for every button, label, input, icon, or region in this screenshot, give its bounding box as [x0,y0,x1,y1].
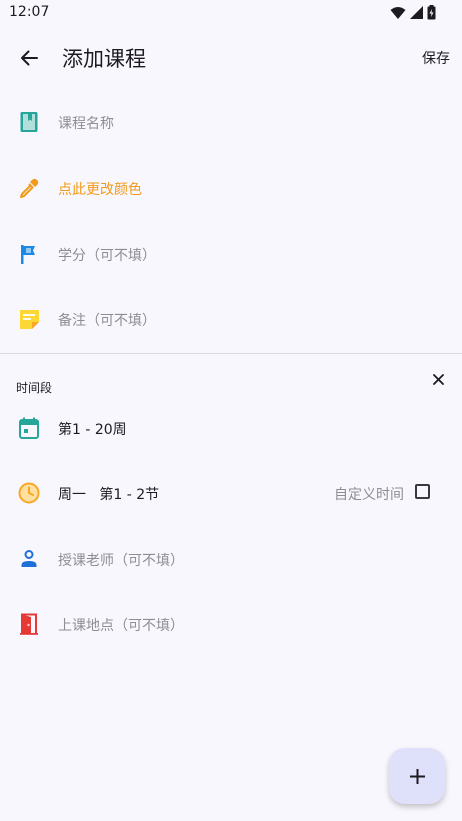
clock-icon [18,482,40,504]
course-name-placeholder: 课程名称 [58,116,114,132]
plus-icon [409,768,425,784]
weeks-row[interactable]: 第1 - 20周 [0,401,462,457]
periods-value: 第1 - 2节 [99,487,160,503]
credit-placeholder: 学分（可不填） [58,248,156,264]
time-section-title: 时间段 [16,381,53,395]
app-bar: 添加课程 保存 [0,30,462,86]
flag-icon [18,243,40,265]
weeks-value: 第1 - 20周 [58,422,127,438]
add-time-section-fab[interactable] [389,748,445,804]
location-placeholder: 上课地点（可不填） [58,618,184,634]
status-time: 12:07 [9,4,50,20]
color-label: 点此更改颜色 [58,182,142,198]
color-picker-row[interactable]: 点此更改颜色 [0,161,462,217]
location-field[interactable]: 上课地点（可不填） [0,597,462,653]
credit-field[interactable]: 学分（可不填） [0,227,462,283]
back-arrow-icon [21,50,38,66]
back-button[interactable] [15,44,43,72]
note-placeholder: 备注（可不填） [58,313,156,329]
save-button[interactable]: 保存 [422,48,450,68]
remove-time-section-button[interactable] [428,369,448,389]
weekday-value: 周一 [58,487,86,503]
battery-icon [427,5,436,20]
eyedropper-icon [18,177,40,199]
day-period-value: 周一 第1 - 2节 [58,484,159,504]
page-title: 添加课程 [62,47,146,71]
note-field[interactable]: 备注（可不填） [0,292,462,348]
signal-icon [410,6,423,19]
teacher-placeholder: 授课老师（可不填） [58,553,184,569]
person-icon [18,548,40,570]
custom-time-label: 自定义时间 [334,487,404,503]
course-name-field[interactable]: 课程名称 [0,95,462,151]
book-icon [18,111,40,133]
status-icons [390,5,436,20]
note-icon [18,308,40,330]
door-icon [18,613,40,635]
custom-time-checkbox[interactable] [415,484,430,499]
section-divider [0,353,462,354]
day-period-row[interactable]: 周一 第1 - 2节 自定义时间 [0,466,462,522]
calendar-icon [18,417,40,439]
teacher-field[interactable]: 授课老师（可不填） [0,532,462,588]
close-icon [432,373,444,385]
status-bar: 12:07 [0,0,462,26]
wifi-icon [390,6,406,19]
